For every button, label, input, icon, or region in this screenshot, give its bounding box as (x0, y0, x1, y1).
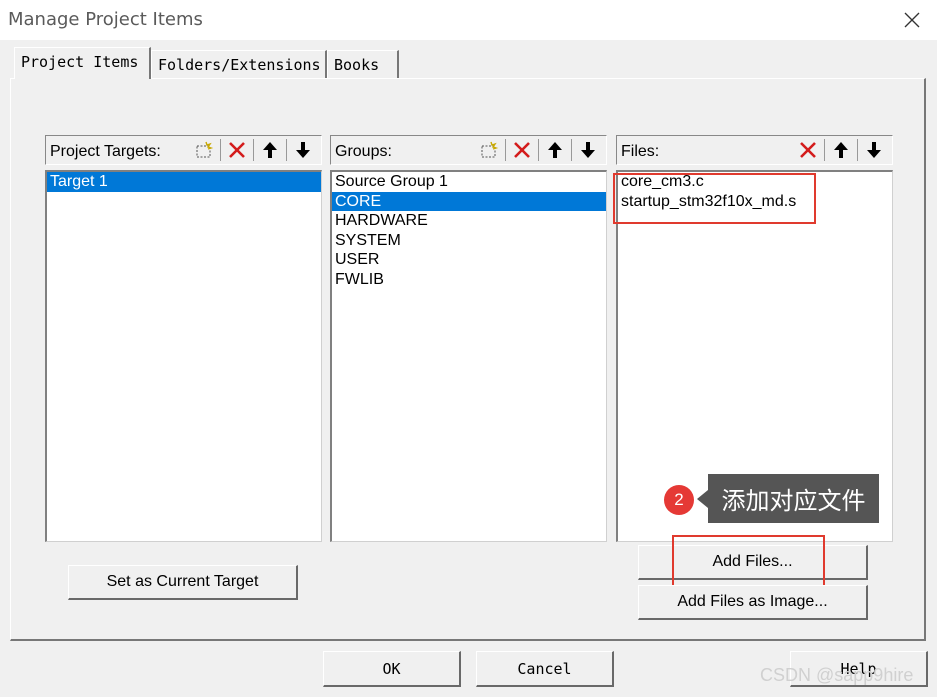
move-up-file-button[interactable] (826, 137, 856, 163)
button-label: Add Files as Image... (677, 593, 828, 610)
move-down-group-button[interactable] (573, 137, 603, 163)
annotation-tooltip: 添加对应文件 (708, 474, 879, 523)
delete-group-button[interactable] (507, 137, 537, 163)
new-icon (196, 141, 214, 158)
title-bar: Manage Project Items (0, 0, 937, 40)
delete-target-button[interactable] (222, 137, 252, 163)
targets-list[interactable]: Target 1 (45, 170, 322, 542)
set-current-target-button[interactable]: Set as Current Target (68, 565, 298, 600)
tab-label: Project Items (21, 53, 139, 71)
move-up-group-button[interactable] (540, 137, 570, 163)
move-down-icon (867, 142, 881, 158)
delete-icon (514, 142, 530, 158)
add-files-as-image-button[interactable]: Add Files as Image... (638, 585, 868, 620)
delete-file-button[interactable] (793, 137, 823, 163)
targets-header: Project Targets: (45, 135, 322, 165)
list-item[interactable]: FWLIB (332, 270, 606, 290)
list-item[interactable]: HARDWARE (332, 211, 606, 231)
targets-label: Project Targets: (50, 143, 161, 160)
tab-label: Folders/Extensions (158, 56, 321, 74)
tab-project-items[interactable]: Project Items (14, 47, 151, 79)
tab-books[interactable]: Books (327, 50, 399, 78)
window-title: Manage Project Items (8, 9, 203, 30)
tab-label: Books (334, 56, 380, 74)
new-target-button[interactable] (189, 137, 219, 163)
button-label: OK (382, 659, 401, 678)
annotation-text: 添加对应文件 (721, 487, 866, 515)
list-item[interactable]: Source Group 1 (332, 172, 606, 192)
move-up-icon (548, 142, 562, 158)
list-item[interactable]: CORE (332, 191, 606, 211)
close-icon (904, 12, 920, 28)
move-down-icon (581, 142, 595, 158)
move-down-icon (296, 142, 310, 158)
list-item[interactable]: Target 1 (47, 172, 321, 192)
close-button[interactable] (897, 5, 927, 35)
groups-header: Groups: (330, 135, 607, 165)
list-item[interactable]: USER (332, 250, 606, 270)
new-icon (481, 141, 499, 158)
delete-icon (229, 142, 245, 158)
files-label: Files: (621, 143, 660, 160)
list-item[interactable]: SYSTEM (332, 231, 606, 251)
move-up-target-button[interactable] (255, 137, 285, 163)
move-down-file-button[interactable] (859, 137, 889, 163)
files-highlight-box (613, 173, 816, 224)
move-up-icon (834, 142, 848, 158)
groups-list[interactable]: Source Group 1 CORE HARDWARE SYSTEM USER… (330, 170, 607, 542)
button-label: Set as Current Target (106, 573, 259, 590)
files-header: Files: (616, 135, 893, 165)
cancel-button[interactable]: Cancel (476, 651, 614, 687)
watermark: CSDN @sapp9hire (760, 665, 914, 685)
groups-label: Groups: (335, 143, 392, 160)
ok-button[interactable]: OK (323, 651, 461, 687)
delete-icon (800, 142, 816, 158)
new-group-button[interactable] (474, 137, 504, 163)
tab-folders-extensions[interactable]: Folders/Extensions (151, 50, 327, 78)
step-badge: 2 (664, 485, 694, 515)
tooltip-arrow (697, 490, 708, 508)
move-down-target-button[interactable] (288, 137, 318, 163)
add-files-highlight-box (672, 535, 825, 587)
button-label: Cancel (517, 659, 572, 678)
move-up-icon (263, 142, 277, 158)
step-number: 2 (674, 490, 684, 509)
